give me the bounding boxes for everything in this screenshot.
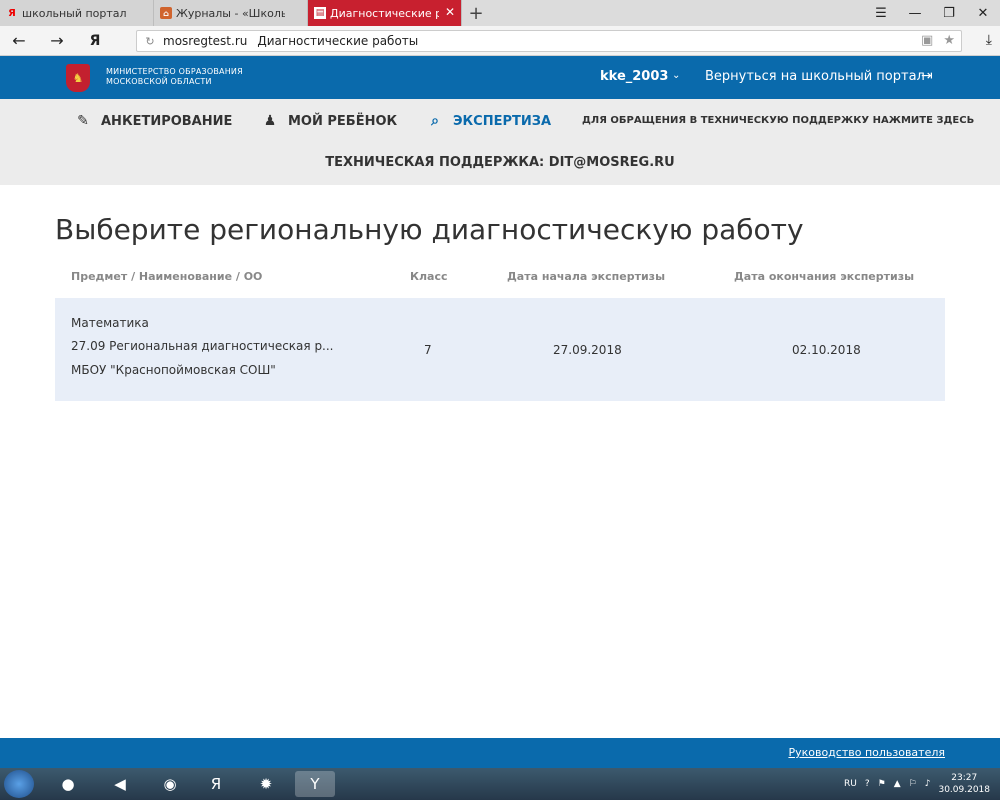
minimize-icon[interactable]: — bbox=[898, 0, 932, 26]
column-header-start-date: Дата начала экспертизы bbox=[507, 270, 666, 283]
url-domain: mosregtest.ru bbox=[163, 34, 248, 48]
restore-icon[interactable]: ❐ bbox=[932, 0, 966, 26]
row-subject: Математика bbox=[71, 316, 149, 330]
row-name: 27.09 Региональная диагностическая р... bbox=[71, 339, 334, 353]
nav-item-expertise[interactable]: ⌕ ЭКСПЕРТИЗА bbox=[427, 113, 551, 129]
language-indicator[interactable]: RU bbox=[844, 779, 857, 789]
url-input[interactable]: ↻ mosregtest.ru Диагностические работы ▣… bbox=[136, 30, 962, 52]
browser-tab-strip: Я школьный портал московс ⌂ Журналы - «Ш… bbox=[0, 0, 1000, 26]
table-row[interactable]: Математика 27.09 Региональная диагностич… bbox=[55, 298, 945, 401]
volume-icon[interactable]: ♪ bbox=[925, 779, 931, 789]
clock[interactable]: 23:27 30.09.2018 bbox=[938, 772, 990, 796]
user-menu[interactable]: kke_2003 bbox=[600, 69, 668, 84]
nav-item-survey[interactable]: ✎ АНКЕТИРОВАНИЕ bbox=[75, 113, 232, 129]
child-icon: ♟ bbox=[263, 113, 277, 129]
network-icon[interactable]: ⚑ bbox=[878, 779, 886, 789]
reload-icon[interactable]: ↻ bbox=[141, 35, 159, 48]
tab-label: школьный портал московс bbox=[22, 6, 131, 20]
back-to-portal-link[interactable]: Вернуться на школьный портал bbox=[705, 69, 925, 84]
logout-icon[interactable]: ⇥ bbox=[921, 68, 933, 84]
back-arrow-icon[interactable]: ← bbox=[0, 26, 38, 56]
column-header-subject: Предмет / Наименование / ОО bbox=[71, 270, 263, 283]
user-guide-link[interactable]: Руководство пользователя bbox=[788, 746, 945, 759]
column-header-grade: Класс bbox=[410, 270, 448, 283]
window-controls: ☰ — ❐ ✕ bbox=[864, 0, 1000, 26]
row-school: МБОУ "Краснопоймовская СОШ" bbox=[71, 363, 276, 377]
yandex-app-icon[interactable]: Я bbox=[196, 771, 236, 797]
site-footer: Руководство пользователя bbox=[0, 738, 1000, 768]
media-player-icon[interactable]: ◀ bbox=[100, 771, 140, 797]
close-icon[interactable]: ✕ bbox=[445, 5, 455, 19]
new-tab-button[interactable]: + bbox=[462, 0, 490, 26]
browser-tab[interactable]: Я школьный портал московс bbox=[0, 0, 154, 26]
forward-arrow-icon[interactable]: → bbox=[38, 26, 76, 56]
settings-gear-icon[interactable]: ✹ bbox=[246, 771, 286, 797]
support-link[interactable]: ДЛЯ ОБРАЩЕНИЯ В ТЕХНИЧЕСКУЮ ПОДДЕРЖКУ НА… bbox=[582, 115, 974, 126]
tab-label: Журналы - «Школьный пор bbox=[176, 6, 285, 20]
page-title: Выберите региональную диагностическую ра… bbox=[55, 213, 804, 246]
document-search-icon: ⌕ bbox=[431, 113, 439, 129]
pencil-icon: ✎ bbox=[77, 113, 89, 129]
support-email: ТЕХНИЧЕСКАЯ ПОДДЕРЖКА: DIT@MOSREG.RU bbox=[325, 155, 675, 170]
row-grade: 7 bbox=[424, 343, 432, 357]
bookmark-star-icon[interactable]: ★ bbox=[943, 33, 955, 48]
row-end-date: 02.10.2018 bbox=[792, 343, 861, 357]
chrome-icon[interactable]: ◉ bbox=[150, 771, 190, 797]
download-icon[interactable]: ⤓ bbox=[986, 32, 992, 48]
row-start-date: 27.09.2018 bbox=[553, 343, 622, 357]
browser-tab[interactable]: ⌂ Журналы - «Школьный пор bbox=[154, 0, 308, 26]
url-page-title: Диагностические работы bbox=[257, 34, 419, 48]
school-icon: ⌂ bbox=[160, 7, 172, 19]
chevron-down-icon[interactable]: ⌄ bbox=[672, 70, 680, 81]
yandex-browser-icon[interactable]: Y bbox=[295, 771, 335, 797]
column-header-end-date: Дата окончания экспертизы bbox=[734, 270, 915, 283]
system-tray: RU ? ⚑ ▲ ⚐ ♪ 23:27 30.09.2018 bbox=[844, 768, 1000, 800]
help-icon[interactable]: ? bbox=[865, 779, 870, 789]
document-icon: ▤ bbox=[314, 7, 326, 19]
alice-icon[interactable]: ● bbox=[48, 771, 88, 797]
site-header: ♞ МИНИСТЕРСТВО ОБРАЗОВАНИЯ МОСКОВСКОЙ ОБ… bbox=[0, 56, 1000, 99]
os-taskbar: ● ◀ ◉ Я ✹ Y RU ? ⚑ ▲ ⚐ ♪ 23:27 30.09.201… bbox=[0, 768, 1000, 800]
start-button[interactable] bbox=[4, 770, 34, 798]
coat-of-arms-logo[interactable]: ♞ bbox=[66, 64, 90, 92]
tab-label: Диагностические работы bbox=[330, 6, 439, 20]
nav-item-my-child[interactable]: ♟ МОЙ РЕБЁНОК bbox=[262, 113, 397, 129]
flag-icon[interactable]: ⚐ bbox=[909, 779, 917, 789]
browser-tab-active[interactable]: ▤ Диагностические работы ✕ bbox=[308, 0, 462, 26]
show-hidden-icon[interactable]: ▲ bbox=[894, 779, 901, 789]
main-nav: ✎ АНКЕТИРОВАНИЕ ♟ МОЙ РЕБЁНОК ⌕ ЭКСПЕРТИ… bbox=[0, 99, 1000, 185]
address-bar: ← → Я ↻ mosregtest.ru Диагностические ра… bbox=[0, 26, 1000, 56]
yandex-icon: Я bbox=[8, 7, 16, 19]
window-close-icon[interactable]: ✕ bbox=[966, 0, 1000, 26]
yandex-logo-icon[interactable]: Я bbox=[76, 26, 114, 56]
ministry-name[interactable]: МИНИСТЕРСТВО ОБРАЗОВАНИЯ МОСКОВСКОЙ ОБЛА… bbox=[106, 67, 243, 87]
menu-icon[interactable]: ☰ bbox=[864, 0, 898, 26]
protect-icon[interactable]: ▣ bbox=[921, 33, 933, 48]
